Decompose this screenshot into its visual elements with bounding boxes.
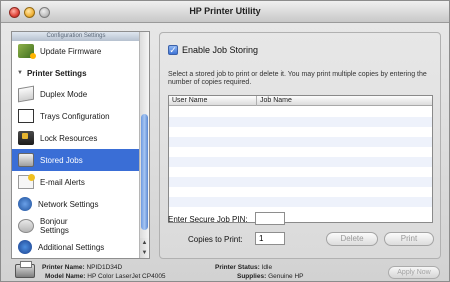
table-row[interactable] — [169, 147, 432, 157]
scroll-up-arrow-icon[interactable]: ▲ — [140, 238, 149, 248]
sidebar-item-update-firmware[interactable]: Update Firmware — [12, 40, 140, 62]
secure-pin-input[interactable] — [255, 212, 285, 225]
secure-pin-label: Enter Secure Job PIN: — [168, 215, 248, 224]
sidebar-item-label: Lock Resources — [40, 133, 98, 143]
sidebar-item-label: E-mail Alerts — [40, 177, 85, 187]
sidebar-item-lock-resources[interactable]: Lock Resources — [12, 127, 140, 149]
enable-job-storing-label[interactable]: Enable Job Storing — [182, 45, 258, 55]
print-button[interactable]: Print — [384, 232, 434, 246]
sidebar-item-label: Trays Configuration — [40, 111, 110, 121]
supplies-row: Supplies: Genuine HP — [237, 273, 304, 280]
lock-icon — [18, 131, 34, 145]
table-row[interactable] — [169, 157, 432, 167]
printer-icon — [15, 261, 35, 278]
printer-name-label: Printer Name: — [42, 264, 85, 271]
scrollbar-thumb[interactable] — [141, 114, 148, 230]
stored-jobs-icon — [18, 153, 34, 167]
model-name-row: Model Name: HP Color LaserJet CP4005 — [45, 273, 166, 280]
sidebar-item-label: Duplex Mode — [40, 89, 88, 99]
enable-job-storing-checkbox[interactable]: ✓ — [168, 45, 178, 55]
table-row[interactable] — [169, 167, 432, 177]
sidebar-item-label: Stored Jobs — [40, 155, 83, 165]
supplies-value: Genuine HP — [268, 273, 304, 280]
printer-name-value: NPID1D34D — [86, 264, 123, 271]
sidebar-item-stored-jobs[interactable]: Stored Jobs — [12, 149, 140, 171]
sidebar-item-duplex-mode[interactable]: Duplex Mode — [12, 83, 140, 105]
sidebar-item-label: Network Settings — [38, 199, 99, 209]
printer-status-row: Printer Status: Idle — [215, 264, 272, 271]
sidebar-group-label: Printer Settings — [26, 68, 87, 78]
stored-jobs-table[interactable]: User Name Job Name — [168, 95, 433, 223]
trays-icon — [18, 109, 34, 123]
sidebar-item-label: Bonjour Settings — [40, 217, 69, 235]
sidebar-item-label: Update Firmware — [40, 46, 102, 56]
supplies-label: Supplies: — [237, 273, 267, 280]
delete-button[interactable]: Delete — [326, 232, 378, 246]
email-icon — [18, 174, 35, 189]
sidebar-item-trays-configuration[interactable]: Trays Configuration — [12, 105, 140, 127]
table-row[interactable] — [169, 197, 432, 207]
column-header-job-name[interactable]: Job Name — [256, 96, 432, 106]
title-bar: HP Printer Utility — [1, 1, 449, 23]
table-row[interactable] — [169, 117, 432, 127]
printer-status-label: Printer Status: — [215, 264, 260, 271]
window-title: HP Printer Utility — [189, 6, 261, 16]
apply-now-button[interactable]: Apply Now — [388, 266, 440, 279]
bonjour-icon — [18, 219, 34, 233]
sidebar-group-printer-settings[interactable]: ▼ Printer Settings — [12, 65, 140, 81]
network-icon — [18, 197, 32, 211]
model-name-label: Model Name: — [45, 273, 86, 280]
table-header: User Name Job Name — [169, 96, 432, 106]
copies-label: Copies to Print: — [188, 235, 243, 244]
firmware-icon — [18, 44, 36, 59]
printer-name-row: Printer Name: NPID1D34D — [42, 264, 122, 271]
disclosure-triangle-icon[interactable]: ▼ — [17, 70, 23, 76]
printer-status-value: Idle — [261, 264, 273, 271]
additional-settings-icon — [18, 240, 32, 254]
table-row[interactable] — [169, 107, 432, 117]
duplex-icon — [18, 85, 34, 103]
model-name-value: HP Color LaserJet CP4005 — [87, 273, 166, 280]
sidebar-item-additional-settings[interactable]: Additional Settings — [12, 236, 140, 258]
stored-jobs-panel: ✓ Enable Job Storing Select a stored job… — [159, 32, 441, 259]
sidebar-item-email-alerts[interactable]: E-mail Alerts — [12, 171, 140, 193]
copies-input[interactable]: 1 — [255, 232, 285, 245]
table-row[interactable] — [169, 137, 432, 147]
sidebar-item-label: Additional Settings — [38, 242, 105, 252]
printer-utility-window: HP Printer Utility Configuration Setting… — [0, 0, 450, 282]
table-row[interactable] — [169, 177, 432, 187]
table-row[interactable] — [169, 187, 432, 197]
sidebar-item-bonjour-settings[interactable]: Bonjour Settings — [12, 215, 140, 237]
sidebar-scrollbar[interactable]: ▲ ▼ — [139, 32, 149, 258]
enable-job-storing-row[interactable]: ✓ Enable Job Storing — [168, 45, 258, 55]
table-row[interactable] — [169, 127, 432, 137]
column-header-user-name[interactable]: User Name — [169, 96, 256, 106]
settings-sidebar: Configuration Settings Update Firmware ▼… — [11, 31, 150, 259]
scroll-down-arrow-icon[interactable]: ▼ — [140, 248, 149, 258]
instructions-text: Select a stored job to print or delete i… — [168, 71, 427, 86]
sidebar-item-network-settings[interactable]: Network Settings — [12, 193, 140, 215]
